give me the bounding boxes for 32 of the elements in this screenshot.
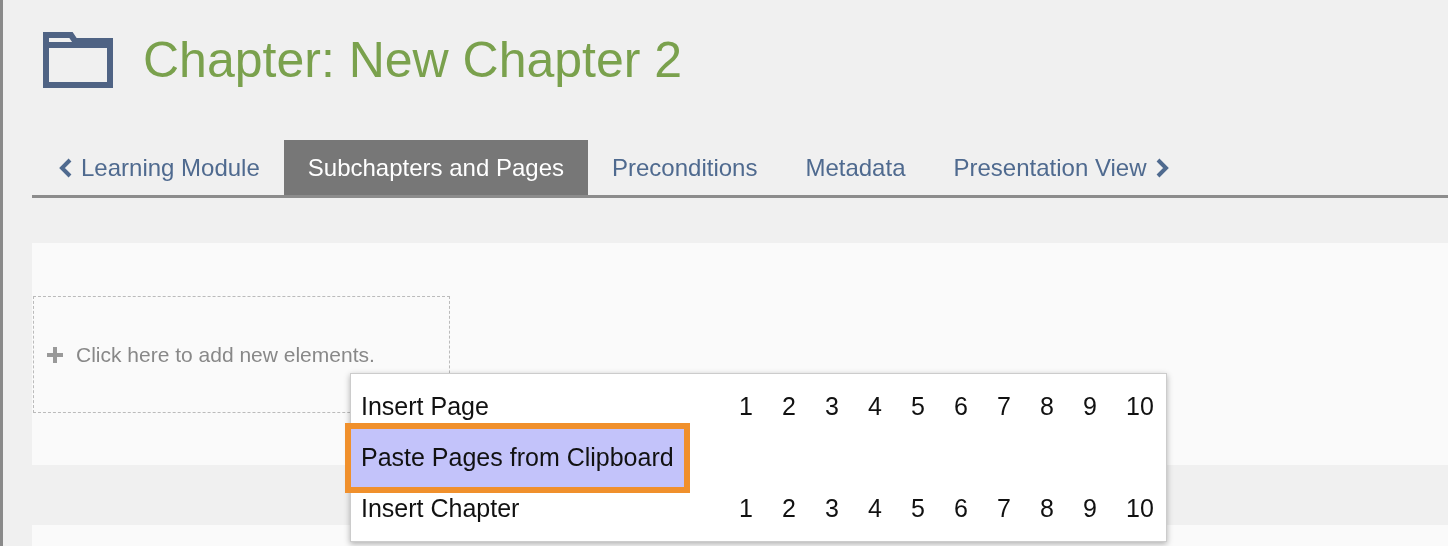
page-title: Chapter: New Chapter 2	[143, 31, 683, 89]
position-link[interactable]: 5	[907, 392, 950, 421]
tab[interactable]: Preconditions	[588, 140, 782, 195]
menu-item[interactable]: Insert Page	[351, 392, 735, 421]
folder-icon	[43, 32, 113, 88]
position-link[interactable]: 5	[907, 494, 950, 523]
position-link[interactable]: 4	[864, 392, 907, 421]
position-link[interactable]: 1	[735, 494, 778, 523]
chevron-left-icon	[59, 157, 73, 178]
position-link[interactable]: 7	[993, 392, 1036, 421]
tab[interactable]: Metadata	[781, 140, 930, 195]
position-link[interactable]: 10	[1122, 494, 1165, 523]
position-link[interactable]: 3	[821, 392, 864, 421]
plus-icon	[46, 345, 64, 364]
position-link[interactable]: 2	[778, 392, 821, 421]
menu-item[interactable]: Insert Chapter	[351, 494, 735, 523]
position-link[interactable]: 6	[950, 494, 993, 523]
position-link[interactable]: 8	[1036, 494, 1079, 523]
position-link[interactable]: 1	[735, 392, 778, 421]
position-link[interactable]: 9	[1079, 494, 1122, 523]
chevron-right-icon	[1154, 157, 1169, 178]
tab[interactable]: Learning Module	[32, 140, 284, 195]
position-link[interactable]: 8	[1036, 392, 1079, 421]
position-link[interactable]: 6	[950, 392, 993, 421]
position-link[interactable]: 7	[993, 494, 1036, 523]
position-link[interactable]: 9	[1079, 392, 1122, 421]
tab[interactable]: Presentation View	[929, 140, 1193, 195]
position-link[interactable]: 10	[1122, 392, 1165, 421]
position-link[interactable]: 2	[778, 494, 821, 523]
tab[interactable]: Subchapters and Pages	[283, 140, 588, 195]
position-link[interactable]: 4	[864, 494, 907, 523]
position-link[interactable]: 3	[821, 494, 864, 523]
